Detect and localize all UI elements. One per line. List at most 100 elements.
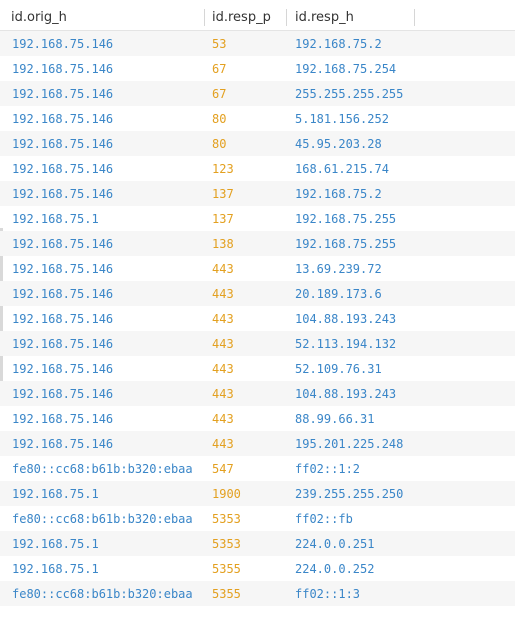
table-row[interactable]: 192.168.75.146 443 104.88.193.243 [0,306,515,331]
column-header-resp-h[interactable]: id.resp_h [287,5,415,30]
table-row[interactable]: 192.168.75.146 123 168.61.215.74 [0,156,515,181]
cell-orig-h: 192.168.75.146 [12,361,114,376]
cell-resp-h: 224.0.0.251 [295,536,375,551]
connections-table: id.orig_h id.resp_p id.resp_h 192.168.75… [0,5,515,606]
table-row[interactable]: 192.168.75.146 53 192.168.75.2 [0,31,515,56]
cell-resp-p: 5353 [212,511,241,526]
column-header-filler [415,5,515,30]
cell-resp-p: 80 [212,136,227,151]
column-header-label: id.resp_p [212,10,271,25]
table-body: 192.168.75.146 53 192.168.75.2 192.168.75.1… [0,31,515,606]
cell-resp-p: 137 [212,186,234,201]
table-row[interactable]: 192.168.75.1 137 192.168.75.255 [0,206,515,231]
cell-orig-h: 192.168.75.146 [12,311,114,326]
table-row[interactable]: 192.168.75.146 80 5.181.156.252 [0,106,515,131]
column-header-label: id.resp_h [295,10,354,25]
table-row[interactable]: 192.168.75.146 137 192.168.75.2 [0,181,515,206]
cell-resp-p: 443 [212,261,234,276]
table-row[interactable]: 192.168.75.1 5355 224.0.0.252 [0,556,515,581]
table-row[interactable]: 192.168.75.1 5353 224.0.0.251 [0,531,515,556]
cell-resp-p: 5353 [212,536,241,551]
cell-orig-h: 192.168.75.146 [12,136,114,151]
cell-resp-p: 137 [212,211,234,226]
cell-resp-h: 104.88.193.243 [295,386,397,401]
column-header-resp-p[interactable]: id.resp_p [205,5,287,30]
cell-resp-p: 80 [212,111,227,126]
cell-resp-p: 67 [212,86,227,101]
cell-orig-h: 192.168.75.146 [12,386,114,401]
cell-resp-p: 5355 [212,586,241,601]
cell-resp-p: 443 [212,361,234,376]
cell-orig-h: 192.168.75.146 [12,61,114,76]
cell-resp-h: 168.61.215.74 [295,161,389,176]
cell-resp-p: 443 [212,311,234,326]
column-header-label: id.orig_h [11,10,67,25]
table-row[interactable]: fe80::cc68:b61b:b320:ebaa 5353 ff02::fb [0,506,515,531]
cell-resp-p: 67 [212,61,227,76]
cell-resp-p: 547 [212,461,234,476]
cell-resp-p: 1900 [212,486,241,501]
cell-resp-h: 192.168.75.254 [295,61,397,76]
cell-orig-h: 192.168.75.1 [12,211,99,226]
table-row[interactable]: fe80::cc68:b61b:b320:ebaa 547 ff02::1:2 [0,456,515,481]
cell-resp-h: 192.168.75.255 [295,236,397,251]
cell-orig-h: 192.168.75.146 [12,411,114,426]
cell-orig-h: fe80::cc68:b61b:b320:ebaa [12,461,193,476]
table-row[interactable]: 192.168.75.146 443 104.88.193.243 [0,381,515,406]
cell-orig-h: 192.168.75.1 [12,536,99,551]
cell-resp-h: ff02::1:2 [295,461,361,476]
cell-resp-p: 5355 [212,561,241,576]
cell-resp-h: 5.181.156.252 [295,111,389,126]
table-row[interactable]: fe80::cc68:b61b:b320:ebaa 5355 ff02::1:3 [0,581,515,606]
cell-resp-h: 45.95.203.28 [295,136,382,151]
cell-resp-h: 192.168.75.255 [295,211,397,226]
cell-orig-h: 192.168.75.146 [12,86,114,101]
cell-resp-p: 443 [212,286,234,301]
cell-resp-h: 239.255.255.250 [295,486,404,501]
table-row[interactable]: 192.168.75.146 443 195.201.225.248 [0,431,515,456]
table-row[interactable]: 192.168.75.146 443 88.99.66.31 [0,406,515,431]
cell-resp-p: 138 [212,236,234,251]
cell-orig-h: fe80::cc68:b61b:b320:ebaa [12,511,193,526]
cell-resp-h: 52.113.194.132 [295,336,397,351]
cell-orig-h: 192.168.75.146 [12,186,114,201]
cell-resp-h: 255.255.255.255 [295,86,404,101]
cell-resp-h: 224.0.0.252 [295,561,375,576]
cell-resp-p: 443 [212,411,234,426]
table-row[interactable]: 192.168.75.146 80 45.95.203.28 [0,131,515,156]
table-header: id.orig_h id.resp_p id.resp_h [0,5,515,31]
cell-resp-h: 192.168.75.2 [295,186,382,201]
cell-resp-p: 443 [212,336,234,351]
cell-resp-h: ff02::fb [295,511,353,526]
cell-orig-h: 192.168.75.146 [12,336,114,351]
cell-resp-h: 13.69.239.72 [295,261,382,276]
cell-resp-h: 195.201.225.248 [295,436,404,451]
table-row[interactable]: 192.168.75.146 67 192.168.75.254 [0,56,515,81]
cell-resp-h: ff02::1:3 [295,586,361,601]
cell-orig-h: fe80::cc68:b61b:b320:ebaa [12,586,193,601]
cell-orig-h: 192.168.75.146 [12,111,114,126]
cell-orig-h: 192.168.75.146 [12,261,114,276]
cell-orig-h: 192.168.75.146 [12,236,114,251]
table-row[interactable]: 192.168.75.146 138 192.168.75.255 [0,231,515,256]
cell-orig-h: 192.168.75.146 [12,286,114,301]
cell-orig-h: 192.168.75.146 [12,36,114,51]
table-row[interactable]: 192.168.75.146 443 13.69.239.72 [0,256,515,281]
table-row[interactable]: 192.168.75.146 443 20.189.173.6 [0,281,515,306]
table-row[interactable]: 192.168.75.146 443 52.109.76.31 [0,356,515,381]
cell-resp-p: 443 [212,436,234,451]
cell-resp-h: 104.88.193.243 [295,311,397,326]
cell-orig-h: 192.168.75.146 [12,436,114,451]
cell-resp-h: 20.189.173.6 [295,286,382,301]
cell-resp-h: 88.99.66.31 [295,411,375,426]
table-row[interactable]: 192.168.75.1 1900 239.255.255.250 [0,481,515,506]
cell-orig-h: 192.168.75.1 [12,561,99,576]
table-row[interactable]: 192.168.75.146 67 255.255.255.255 [0,81,515,106]
cell-resp-p: 443 [212,386,234,401]
cell-resp-h: 52.109.76.31 [295,361,382,376]
cell-resp-h: 192.168.75.2 [295,36,382,51]
cell-orig-h: 192.168.75.146 [12,161,114,176]
column-header-orig-h[interactable]: id.orig_h [0,5,205,30]
cell-orig-h: 192.168.75.1 [12,486,99,501]
table-row[interactable]: 192.168.75.146 443 52.113.194.132 [0,331,515,356]
